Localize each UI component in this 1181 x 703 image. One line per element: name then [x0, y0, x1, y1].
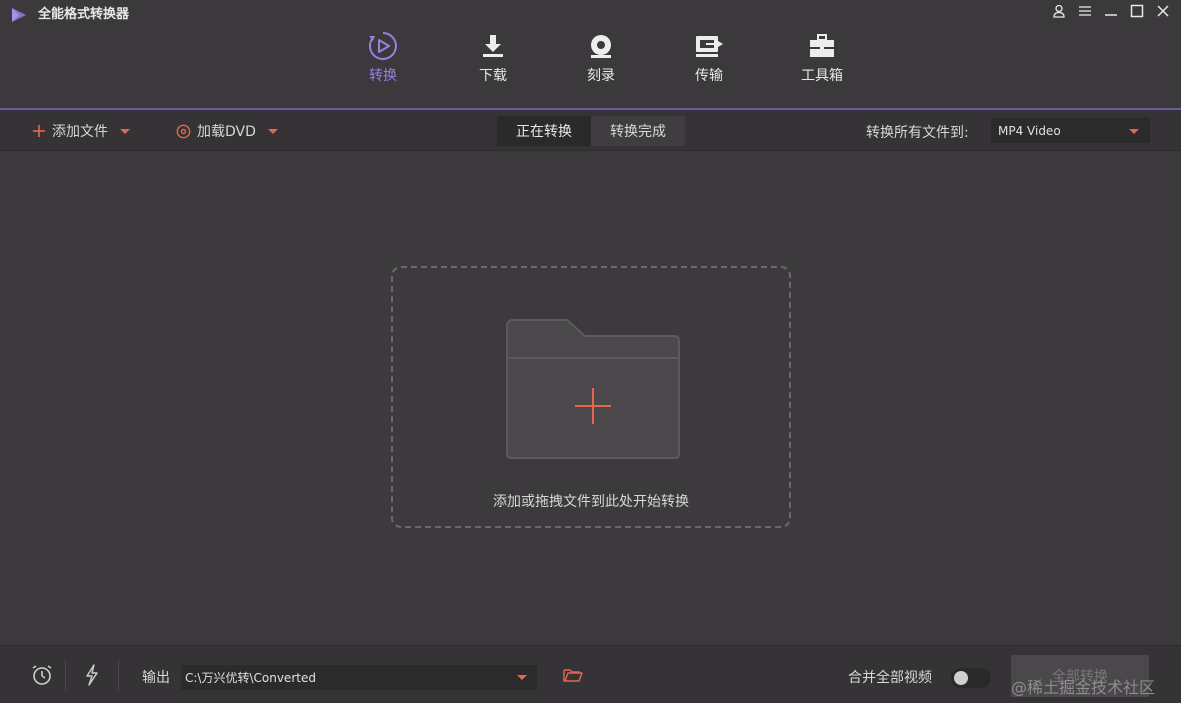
file-dropzone[interactable]: 添加或拖拽文件到此处开始转换 — [391, 266, 791, 528]
chevron-down-icon — [1129, 129, 1139, 134]
nav-convert[interactable]: 转换 — [328, 28, 438, 110]
merge-all-label: 合并全部视频 — [848, 670, 932, 686]
dropzone-text: 添加或拖拽文件到此处开始转换 — [493, 494, 689, 510]
app-logo-icon — [12, 8, 26, 22]
user-icon[interactable] — [1049, 2, 1069, 20]
nav-transfer-label: 传输 — [695, 68, 723, 84]
nav-transfer[interactable]: 传输 — [654, 28, 764, 110]
output-label: 输出 — [142, 670, 170, 686]
toolbar: 添加文件 加载DVD 正在转换 转换完成 转换所有文件到: MP4 Video — [0, 110, 1181, 151]
transfer-icon — [696, 36, 723, 57]
lightning-icon[interactable] — [80, 663, 104, 687]
nav-convert-label: 转换 — [369, 68, 397, 84]
minimize-icon[interactable] — [1101, 2, 1121, 20]
nav-burn[interactable]: 刻录 — [546, 28, 656, 110]
disc-icon — [176, 124, 191, 138]
close-icon[interactable] — [1153, 2, 1173, 20]
main-area: 添加或拖拽文件到此处开始转换 — [0, 151, 1181, 645]
nav-toolbox[interactable]: 工具箱 — [767, 28, 877, 110]
open-folder-icon[interactable] — [561, 663, 585, 687]
output-format-select[interactable]: MP4 Video — [991, 118, 1150, 143]
nav-burn-label: 刻录 — [587, 68, 615, 84]
nav-download[interactable]: 下载 — [438, 28, 548, 110]
bottom-divider — [65, 660, 66, 690]
tab-converted[interactable]: 转换完成 — [591, 116, 685, 146]
chevron-down-icon — [517, 675, 527, 680]
add-file-button[interactable]: 添加文件 — [32, 120, 130, 142]
convert-all-to-label: 转换所有文件到: — [866, 125, 969, 141]
main-nav: 转换 下载 刻录 传输 工具箱 — [0, 28, 1181, 110]
app-title: 全能格式转换器 — [38, 7, 130, 22]
bottom-divider — [118, 660, 119, 690]
output-format-value: MP4 Video — [998, 123, 1061, 138]
window-controls — [1049, 2, 1173, 20]
plus-icon — [33, 125, 45, 137]
toggle-knob — [954, 671, 968, 685]
nav-download-label: 下载 — [479, 68, 507, 84]
burn-icon — [591, 35, 611, 58]
load-dvd-button[interactable]: 加载DVD — [176, 120, 278, 142]
add-file-dropdown-icon[interactable] — [120, 128, 130, 134]
merge-toggle[interactable] — [951, 668, 991, 688]
load-dvd-dropdown-icon[interactable] — [267, 128, 278, 134]
toolbox-icon — [810, 34, 834, 57]
add-folder-icon[interactable] — [505, 318, 681, 460]
load-dvd-label: 加载DVD — [197, 124, 256, 140]
tab-converting[interactable]: 正在转换 — [497, 116, 591, 146]
download-icon — [483, 35, 503, 57]
bottom-bar: 输出 C:\万兴优转\Converted 合并全部视频 全部转换 @稀土掘金技术… — [0, 645, 1181, 703]
alarm-clock-icon[interactable] — [30, 663, 54, 687]
nav-toolbox-label: 工具箱 — [801, 68, 843, 84]
add-file-label: 添加文件 — [52, 124, 108, 140]
watermark-text: @稀土掘金技术社区 — [1011, 678, 1156, 697]
conversion-tabs: 正在转换 转换完成 — [497, 116, 685, 146]
output-path-value: C:\万兴优转\Converted — [185, 671, 316, 685]
maximize-icon[interactable] — [1127, 2, 1147, 20]
menu-icon[interactable] — [1075, 2, 1095, 20]
convert-icon — [369, 32, 397, 60]
output-path-select[interactable]: C:\万兴优转\Converted — [181, 665, 537, 690]
title-bar: 全能格式转换器 转换 下载 刻录 传输 工具箱 — [0, 0, 1181, 110]
